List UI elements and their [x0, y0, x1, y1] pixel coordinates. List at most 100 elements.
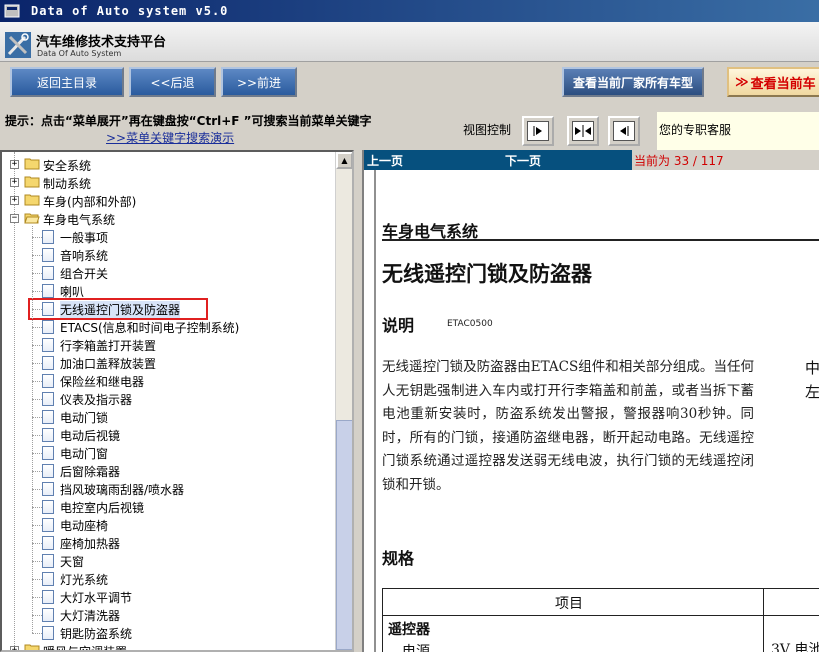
tree-item-label: 电动座椅	[60, 518, 109, 533]
customer-service-box[interactable]: 您的专职客服	[657, 112, 819, 150]
all-models-button[interactable]: 查看当前厂家所有车型	[562, 67, 704, 97]
tree-item-document[interactable]: 音响系统	[42, 246, 108, 264]
view-current-model-button[interactable]: ≫ 查看当前车	[727, 67, 819, 97]
tree-item-folder[interactable]: 暖风与空调装置	[24, 642, 128, 652]
section-divider	[382, 239, 819, 241]
scroll-up-arrow-icon[interactable]: ▲	[336, 152, 352, 169]
document-icon	[42, 284, 54, 298]
app-icon	[4, 4, 20, 18]
tree-item-label: 后窗除霜器	[60, 464, 121, 479]
expand-icon[interactable]: +	[10, 178, 19, 187]
next-page-link[interactable]: 下一页	[505, 152, 541, 169]
side-char-2: 左	[805, 383, 819, 401]
tree-item-document[interactable]: 加油口盖释放装置	[42, 354, 156, 372]
tree-item-label: 制动系统	[43, 176, 92, 191]
tree-item-label: 天窗	[60, 554, 85, 569]
menu-tree[interactable]: + 安全系统 + 制动系统 + 车身(内部和外部) − 车身电气系统一般事项 音响系统组合开关喇…	[0, 150, 354, 652]
tree-item-document[interactable]: 挡风玻璃雨刮器/喷水器	[42, 480, 184, 498]
tree-item-document[interactable]: 喇叭	[42, 282, 84, 300]
tree-item-document[interactable]: 座椅加热器	[42, 534, 120, 552]
view-current-model-label: 查看当前车	[750, 76, 816, 92]
tree-item-document[interactable]: ETACS(信息和时间电子控制系统)	[42, 318, 239, 336]
pane-splitter[interactable]	[354, 150, 362, 652]
app-name: 汽车维修技术支持平台	[36, 35, 167, 50]
tree-item-label: 一般事项	[60, 230, 109, 245]
document-icon	[42, 464, 54, 478]
tree-item-document[interactable]: 一般事项	[42, 228, 108, 246]
view-control-label: 视图控制	[463, 123, 512, 137]
tree-item-document[interactable]: 钥匙防盗系统	[42, 624, 132, 642]
description-heading: 说明	[382, 316, 415, 335]
tree-item-label: 组合开关	[60, 266, 109, 281]
tree-item-document[interactable]: 电动门窗	[42, 444, 108, 462]
tree-item-folder[interactable]: 车身电气系统	[24, 210, 115, 228]
side-char-1: 中	[805, 359, 819, 377]
document-icon	[42, 626, 54, 640]
tree-item-label: 行李箱盖打开装置	[60, 338, 157, 353]
tree-item-document[interactable]: 仪表及指示器	[42, 390, 132, 408]
folder-icon	[24, 193, 43, 209]
expand-left-button[interactable]	[608, 116, 640, 146]
toolbar: 返回主目录 <<后退 >>前进 查看当前厂家所有车型 ≫ 查看当前车	[0, 62, 819, 108]
tree-item-label: 暖风与空调装置	[43, 644, 128, 652]
page-nav-bar: 上一页 下一页 当前为 33 / 117	[364, 150, 819, 170]
search-demo-link[interactable]: >>菜单关键字搜索演示	[106, 129, 234, 146]
tree-item-label: 车身(内部和外部)	[43, 194, 137, 209]
document-icon	[42, 518, 54, 532]
tree-item-label: 加油口盖释放装置	[60, 356, 157, 371]
tree-item-label: 仪表及指示器	[60, 392, 133, 407]
expand-icon[interactable]: +	[10, 160, 19, 169]
tree-item-document[interactable]: 天窗	[42, 552, 84, 570]
folder-icon	[24, 643, 43, 650]
document-icon	[42, 320, 54, 334]
tree-item-document[interactable]: 电动门锁	[42, 408, 108, 426]
document-icon	[42, 500, 54, 514]
document-icon	[42, 446, 54, 460]
tree-item-label: 喇叭	[60, 284, 85, 299]
tree-item-label: 电动门锁	[60, 410, 109, 425]
folder-icon	[24, 175, 43, 191]
tree-item-label: 大灯清洗器	[60, 608, 121, 623]
collapse-icon[interactable]: −	[10, 214, 19, 223]
document-icon	[42, 410, 54, 424]
expand-right-button[interactable]	[522, 116, 554, 146]
tree-item-document[interactable]: 电控室内后视镜	[42, 498, 144, 516]
tree-item-selected[interactable]: 无线遥控门锁及防盗器	[27, 298, 209, 320]
tree-item-folder[interactable]: 车身(内部和外部)	[24, 192, 136, 210]
forward-button[interactable]: >>前进	[221, 67, 297, 97]
tree-item-document[interactable]: 保险丝和继电器	[42, 372, 144, 390]
tree-item-folder[interactable]: 安全系统	[24, 156, 91, 174]
document-icon	[42, 356, 54, 370]
document-icon	[42, 374, 54, 388]
tree-scrollbar[interactable]: ▲	[335, 152, 352, 650]
tree-item-label: 电动后视镜	[60, 428, 121, 443]
tree-item-document[interactable]: 组合开关	[42, 264, 108, 282]
search-hint: 提示：点击“菜单展开”再在键盘按“Ctrl+F ”可搜索当前菜单关键字	[5, 114, 372, 128]
current-page-box: 当前为 33 / 117	[632, 150, 819, 170]
document-icon	[42, 302, 54, 316]
home-button[interactable]: 返回主目录	[10, 67, 124, 97]
tree-item-document[interactable]: 电动座椅	[42, 516, 108, 534]
document-icon	[42, 608, 54, 622]
tree-item-document[interactable]: 灯光系统	[42, 570, 108, 588]
tree-item-document[interactable]: 电动后视镜	[42, 426, 120, 444]
expand-icon[interactable]: +	[10, 646, 19, 650]
document-icon	[42, 554, 54, 568]
document-viewer: 上一页 下一页 当前为 33 / 117 车身电气系统 无线遥控门锁及防盗器 说…	[362, 150, 819, 652]
app-subtitle: Data Of Auto System	[37, 49, 122, 58]
tree-item-document[interactable]: 行李箱盖打开装置	[42, 336, 156, 354]
tree-item-document[interactable]: 大灯水平调节	[42, 588, 132, 606]
tree-item-folder[interactable]: 制动系统	[24, 174, 91, 192]
document-icon	[42, 572, 54, 586]
window-title: Data of Auto system v5.0	[31, 4, 229, 18]
current-page-indicator: 当前为 33 / 117	[634, 154, 724, 168]
table-row-remote: 遥控器	[388, 622, 430, 638]
expand-icon[interactable]: +	[10, 196, 19, 205]
tree-item-document[interactable]: 大灯清洗器	[42, 606, 120, 624]
tree-item-label: 保险丝和继电器	[60, 374, 145, 389]
prev-page-link[interactable]: 上一页	[367, 152, 403, 169]
scroll-thumb[interactable]	[336, 420, 352, 650]
tree-item-document[interactable]: 后窗除霜器	[42, 462, 120, 480]
split-view-button[interactable]	[567, 116, 599, 146]
back-button[interactable]: <<后退	[129, 67, 216, 97]
